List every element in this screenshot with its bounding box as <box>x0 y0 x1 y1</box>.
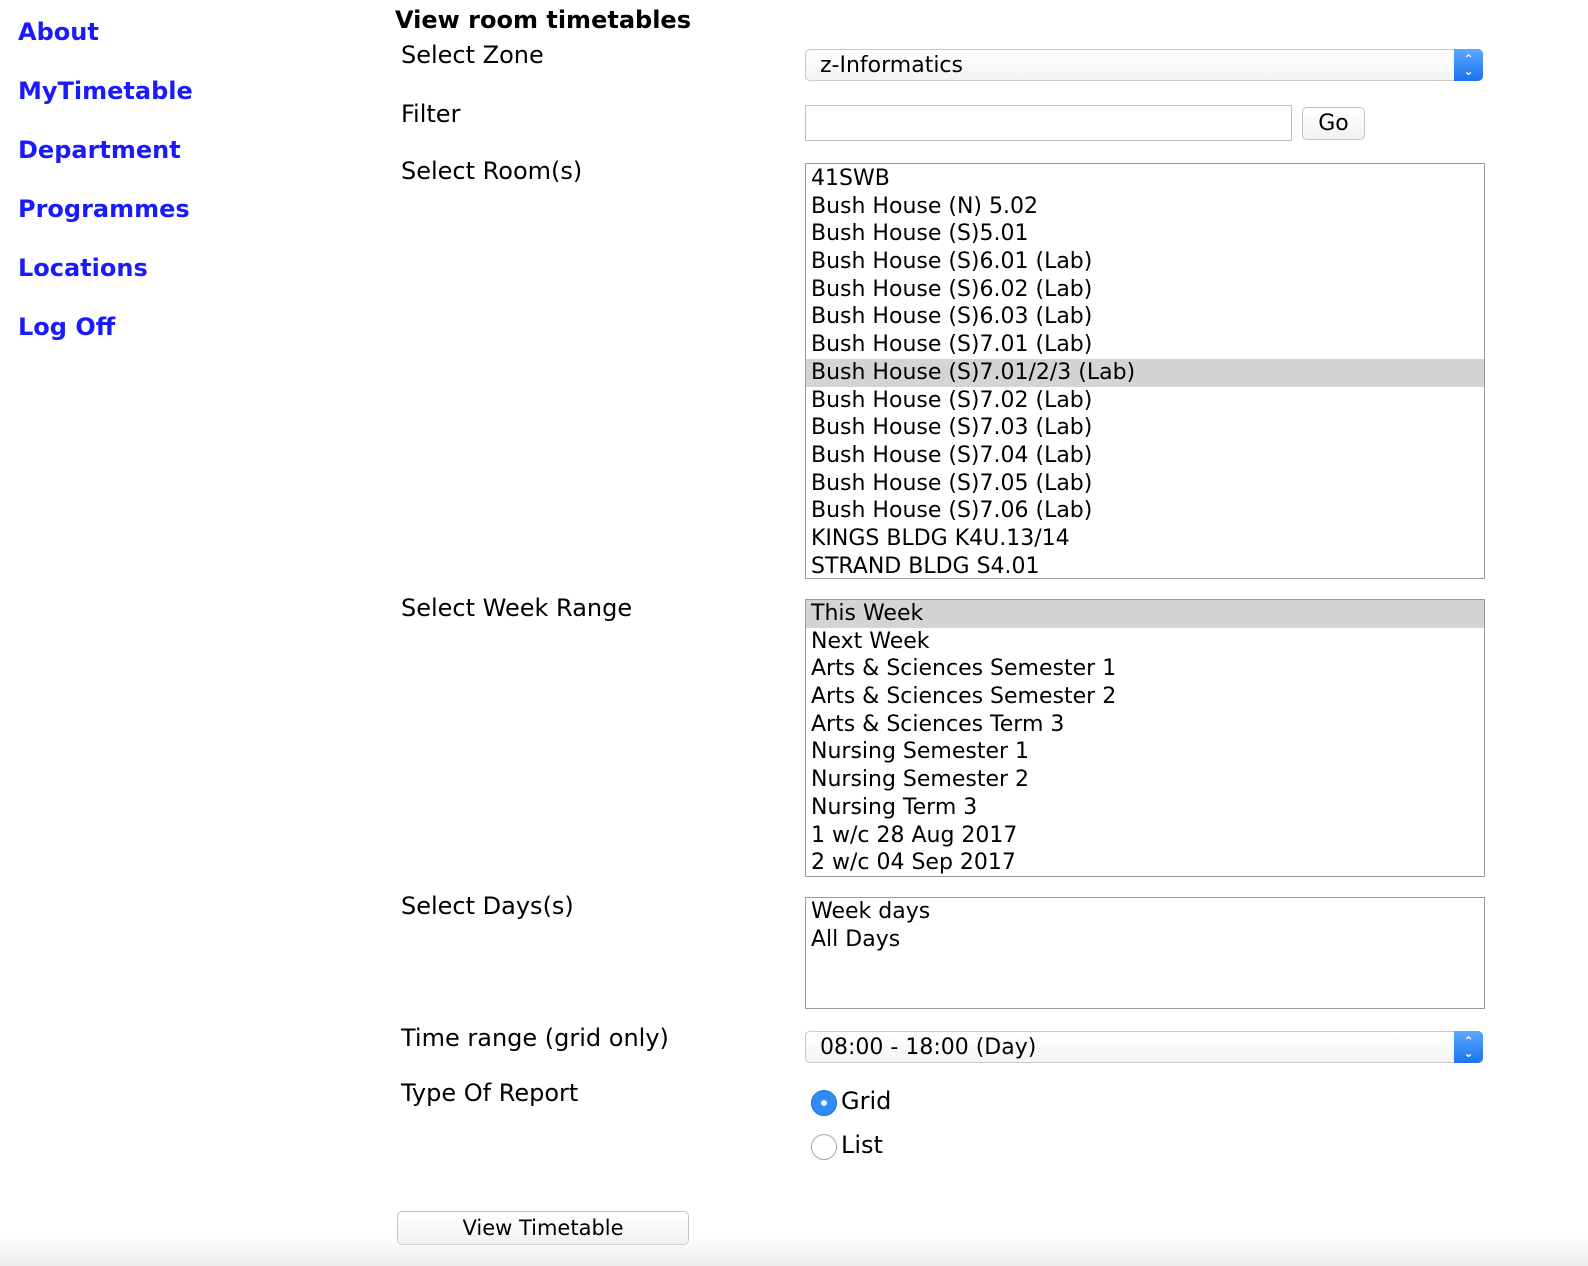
nav-link-programmes[interactable]: Programmes <box>18 195 190 223</box>
list-option[interactable]: Bush House (S)7.02 (Lab) <box>806 387 1484 415</box>
chevron-updown-icon: ⌃ ⌄ <box>1454 1031 1483 1063</box>
bottom-shadow <box>0 1236 1588 1266</box>
time-range-select-value: 08:00 - 18:00 (Day) <box>820 1035 1037 1060</box>
list-option[interactable]: Bush House (S)7.04 (Lab) <box>806 442 1484 470</box>
zone-label: Select Zone <box>401 41 544 69</box>
list-option[interactable]: Week days <box>806 898 1484 926</box>
list-option[interactable]: Next Week <box>806 628 1484 656</box>
rooms-listbox[interactable]: 41SWB Bush House (N) 5.02 Bush House (S)5.… <box>805 163 1485 579</box>
nav-link-department[interactable]: Department <box>18 136 181 164</box>
list-option[interactable]: Bush House (S)7.06 (Lab) <box>806 497 1484 525</box>
report-type-label: Type Of Report <box>401 1079 579 1107</box>
radio-label-list: List <box>841 1131 883 1159</box>
list-option[interactable]: Arts & Sciences Term 3 <box>806 711 1484 739</box>
list-option[interactable]: Bush House (S)7.01 (Lab) <box>806 331 1484 359</box>
zone-select-value: z-Informatics <box>820 53 963 78</box>
nav-link-log-off[interactable]: Log Off <box>18 313 115 341</box>
list-option[interactable]: Bush House (S)7.05 (Lab) <box>806 470 1484 498</box>
page-title: View room timetables <box>395 6 691 34</box>
list-option[interactable]: Bush House (S)6.03 (Lab) <box>806 303 1484 331</box>
weeks-listbox[interactable]: This Week Next Week Arts & Sciences Semest… <box>805 599 1485 877</box>
list-option[interactable]: This Week <box>806 600 1484 628</box>
radio-button-list[interactable] <box>811 1134 837 1160</box>
time-range-select[interactable]: 08:00 - 18:00 (Day) ⌃ ⌄ <box>805 1031 1483 1063</box>
list-option[interactable]: KINGS BLDG K4U.13/14 <box>806 525 1484 553</box>
weeks-label: Select Week Range <box>401 594 633 622</box>
radio-button-grid[interactable] <box>811 1090 837 1116</box>
list-option[interactable]: Bush House (S)6.02 (Lab) <box>806 276 1484 304</box>
list-option[interactable]: Nursing Semester 1 <box>806 738 1484 766</box>
list-option[interactable]: Arts & Sciences Semester 1 <box>806 655 1484 683</box>
list-option[interactable]: Nursing Term 3 <box>806 794 1484 822</box>
days-listbox[interactable]: Week days All Days <box>805 897 1485 1009</box>
list-option[interactable]: STRAND BLDG S4.01 <box>806 553 1484 578</box>
radio-label-grid: Grid <box>841 1087 892 1115</box>
list-option[interactable]: 41SWB <box>806 165 1484 193</box>
nav-link-about[interactable]: About <box>18 18 99 46</box>
nav-link-mytimetable[interactable]: MyTimetable <box>18 77 193 105</box>
zone-select[interactable]: z-Informatics ⌃ ⌄ <box>805 49 1483 81</box>
list-option[interactable]: Bush House (S)7.03 (Lab) <box>806 414 1484 442</box>
nav-link-locations[interactable]: Locations <box>18 254 148 282</box>
filter-input[interactable] <box>805 105 1292 141</box>
list-option[interactable]: Arts & Sciences Semester 2 <box>806 683 1484 711</box>
list-option[interactable]: All Days <box>806 926 1484 954</box>
list-option[interactable]: Bush House (S)7.01/2/3 (Lab) <box>806 358 1484 387</box>
rooms-label: Select Room(s) <box>401 157 583 185</box>
go-button[interactable]: Go <box>1302 107 1365 140</box>
list-option[interactable]: Nursing Semester 2 <box>806 766 1484 794</box>
list-option[interactable]: Bush House (S)6.01 (Lab) <box>806 248 1484 276</box>
list-option[interactable]: Bush House (S)5.01 <box>806 220 1484 248</box>
chevron-updown-icon: ⌃ ⌄ <box>1454 49 1483 81</box>
days-label: Select Days(s) <box>401 892 574 920</box>
list-option[interactable]: 2 w/c 04 Sep 2017 <box>806 849 1484 876</box>
list-option[interactable]: Bush House (N) 5.02 <box>806 193 1484 221</box>
page: About MyTimetable Department Programmes … <box>0 0 1588 1266</box>
time-range-label: Time range (grid only) <box>401 1024 669 1052</box>
filter-label: Filter <box>401 100 461 128</box>
list-option[interactable]: 1 w/c 28 Aug 2017 <box>806 822 1484 850</box>
